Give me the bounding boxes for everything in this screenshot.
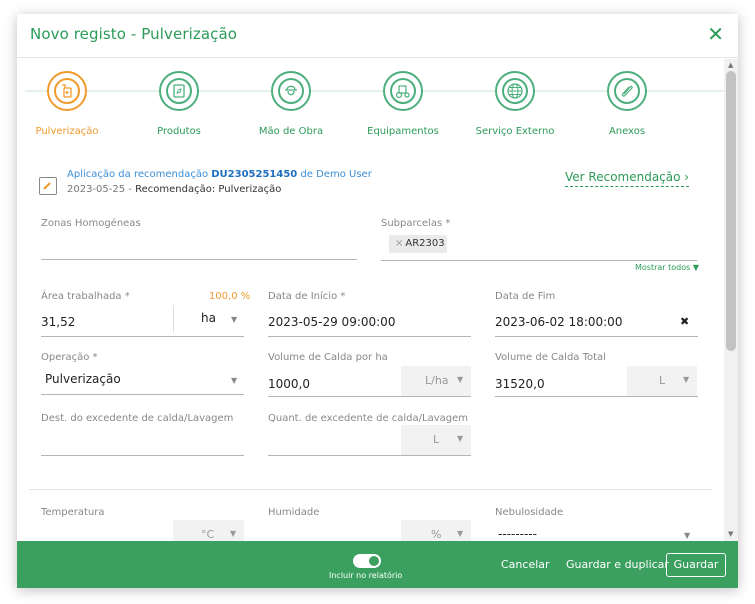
step-label: Mão de Obra bbox=[258, 126, 324, 137]
start-date-label: Data de Início * bbox=[268, 291, 346, 302]
volume-total-unit[interactable]: L ▼ bbox=[627, 366, 697, 396]
end-date-input[interactable]: 2023-06-02 18:00:00 bbox=[495, 315, 622, 329]
clear-date-icon[interactable]: ✖ bbox=[680, 315, 689, 328]
show-all-link[interactable]: Mostrar todos ▼ bbox=[635, 263, 699, 272]
step-equipamentos[interactable]: Equipamentos bbox=[353, 71, 453, 137]
cancel-button[interactable]: Cancelar bbox=[501, 558, 550, 571]
chevron-down-icon: ▼ bbox=[683, 375, 690, 384]
area-input[interactable]: 31,52 bbox=[41, 315, 75, 329]
section-divider bbox=[29, 489, 712, 490]
chevron-down-icon: ▼ bbox=[230, 529, 237, 538]
tractor-icon bbox=[390, 78, 416, 104]
dialog-header: Novo registo - Pulverização ✕ bbox=[17, 14, 738, 58]
end-date-label: Data de Fim bbox=[495, 291, 556, 302]
start-date-input[interactable]: 2023-05-29 09:00:00 bbox=[268, 315, 395, 329]
recommendation-source: Aplicação da recomendação DU2305251450 d… bbox=[67, 169, 372, 180]
chevron-down-icon: ▼ bbox=[457, 529, 464, 538]
excess-quantity-unit[interactable]: L ▼ bbox=[401, 425, 471, 455]
humidity-label: Humidade bbox=[268, 507, 320, 518]
volume-ha-underline bbox=[268, 396, 471, 397]
unit-divider bbox=[173, 305, 174, 333]
subparcela-chip[interactable]: × AR2303 bbox=[389, 235, 447, 253]
chevron-down-icon: ▼ bbox=[457, 375, 464, 384]
end-date-underline bbox=[495, 336, 698, 337]
cloudiness-select[interactable]: --------- bbox=[498, 527, 537, 541]
subparcelas-label: Subparcelas * bbox=[381, 218, 451, 229]
humidity-unit[interactable]: % ▼ bbox=[401, 520, 471, 541]
chevron-down-icon: ▼ bbox=[231, 315, 238, 324]
step-label: Pulverização bbox=[35, 126, 99, 137]
operation-label: Operação * bbox=[41, 352, 98, 363]
globe-icon bbox=[502, 78, 528, 104]
operation-select[interactable]: Pulverização bbox=[45, 372, 121, 386]
step-label: Produtos bbox=[157, 126, 201, 137]
excess-destination-input[interactable] bbox=[41, 455, 244, 456]
worker-icon bbox=[278, 78, 304, 104]
record-dialog: Novo registo - Pulverização ✕ Pulverizaç… bbox=[17, 14, 738, 588]
chip-remove-icon[interactable]: × bbox=[395, 238, 403, 249]
volume-total-underline bbox=[495, 396, 698, 397]
step-label: Anexos bbox=[608, 126, 646, 137]
start-date-underline bbox=[268, 336, 471, 337]
area-underline bbox=[41, 336, 244, 337]
step-pulverizacao[interactable]: Pulverização bbox=[17, 71, 117, 137]
recommendation-code-link[interactable]: DU2305251450 bbox=[211, 169, 297, 180]
operation-underline bbox=[41, 394, 244, 395]
step-mao-de-obra[interactable]: Mão de Obra bbox=[241, 71, 341, 137]
dialog-footer: Incluir no relatório Cancelar Guardar e … bbox=[17, 541, 738, 588]
subparcelas-input[interactable] bbox=[381, 260, 697, 261]
volume-total-input[interactable]: 31520,0 bbox=[495, 377, 545, 391]
temperature-label: Temperatura bbox=[41, 507, 105, 518]
save-duplicate-button[interactable]: Guardar e duplicar bbox=[566, 558, 669, 571]
save-button[interactable]: Guardar bbox=[666, 553, 726, 577]
toggle-knob bbox=[369, 556, 379, 566]
zonas-input[interactable] bbox=[41, 259, 357, 260]
cloudiness-label: Nebulosidade bbox=[495, 507, 564, 518]
product-icon bbox=[166, 78, 192, 104]
volume-ha-input[interactable]: 1000,0 bbox=[268, 377, 310, 391]
step-produtos[interactable]: Produtos bbox=[129, 71, 229, 137]
step-label: Equipamentos bbox=[367, 126, 439, 137]
excess-quantity-label: Quant. de excedente de calda/Lavagem bbox=[268, 413, 469, 424]
excess-quantity-input[interactable] bbox=[268, 455, 471, 456]
volume-total-label: Volume de Calda Total bbox=[495, 352, 606, 363]
chevron-down-icon: ▼ bbox=[457, 434, 464, 443]
zonas-label: Zonas Homogéneas bbox=[41, 218, 141, 229]
scrollbar-thumb[interactable] bbox=[726, 71, 736, 351]
dialog-body: Pulverização Produtos Mão de Obra Equipa… bbox=[17, 59, 725, 541]
sprayer-icon bbox=[54, 78, 80, 104]
step-anexos[interactable]: Anexos bbox=[577, 71, 677, 137]
area-percent: 100,0 % bbox=[209, 291, 251, 302]
include-report-label: Incluir no relatório bbox=[329, 571, 403, 580]
close-icon[interactable]: ✕ bbox=[707, 24, 724, 44]
excess-destination-label: Dest. do excedente de calda/Lavagem bbox=[41, 413, 234, 424]
volume-ha-label: Volume de Calda por ha bbox=[268, 352, 388, 363]
scroll-down-icon[interactable]: ▼ bbox=[728, 530, 733, 538]
step-servico-externo[interactable]: Serviço Externo bbox=[465, 71, 565, 137]
paperclip-icon bbox=[614, 78, 640, 104]
edit-document-icon bbox=[39, 177, 57, 195]
dialog-title: Novo registo - Pulverização bbox=[30, 25, 238, 43]
scroll-up-icon[interactable]: ▲ bbox=[728, 61, 733, 69]
include-report-toggle[interactable] bbox=[353, 554, 381, 568]
area-unit-select[interactable]: ha bbox=[201, 311, 216, 325]
view-recommendation-link[interactable]: Ver Recomendação › bbox=[565, 170, 690, 187]
volume-ha-unit[interactable]: L/ha ▼ bbox=[401, 366, 471, 396]
chevron-down-icon: ▼ bbox=[231, 376, 238, 385]
chevron-down-icon: ▼ bbox=[684, 531, 691, 540]
temperature-unit[interactable]: °C ▼ bbox=[173, 520, 244, 541]
recommendation-detail: 2023-05-25 - Recomendação: Pulverização bbox=[67, 184, 282, 195]
step-label: Serviço Externo bbox=[475, 126, 555, 137]
scrollbar[interactable]: ▲ ▼ bbox=[724, 59, 738, 541]
area-label: Área trabalhada * bbox=[41, 291, 130, 302]
